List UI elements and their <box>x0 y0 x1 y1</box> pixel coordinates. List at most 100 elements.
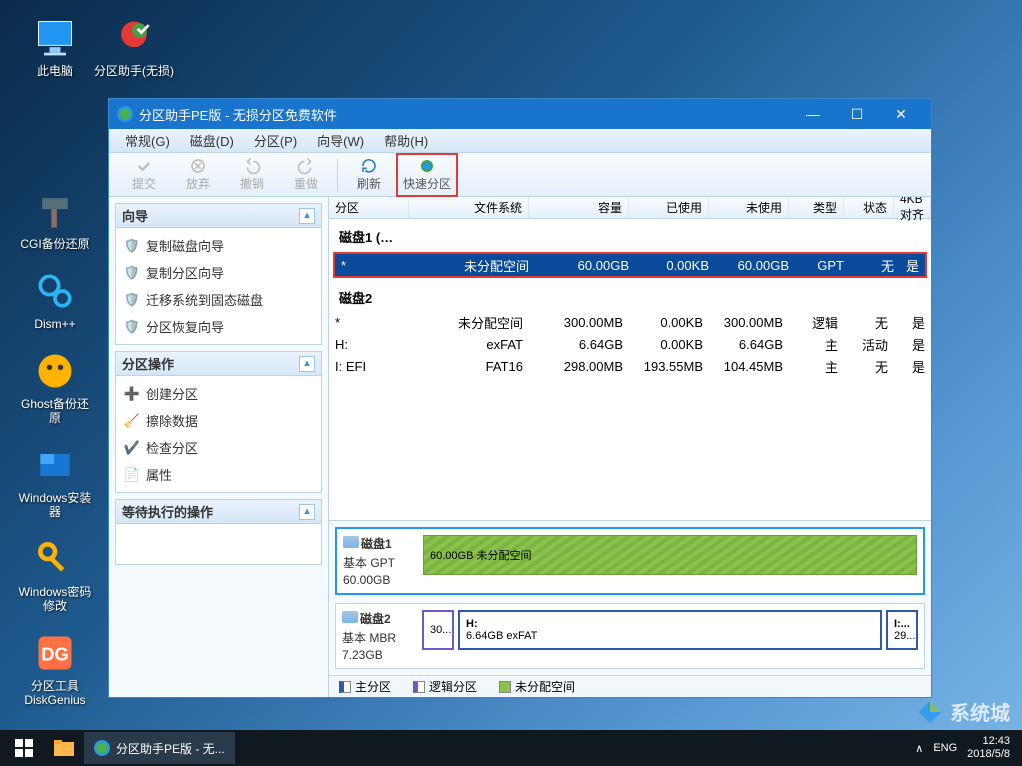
refresh-button[interactable]: 刷新 <box>342 155 396 195</box>
disk1-heading[interactable]: 磁盘1 (… <box>329 219 931 250</box>
desktop-icon-ghost[interactable]: Ghost备份还原 <box>10 343 100 429</box>
th-partition[interactable]: 分区 <box>329 197 409 218</box>
th-type[interactable]: 类型 <box>789 197 844 218</box>
close-button[interactable]: ✕ <box>879 99 923 129</box>
logical-swatch <box>413 681 425 693</box>
th-unused[interactable]: 未使用 <box>709 197 789 218</box>
tray-chevron-icon[interactable]: ∧ <box>915 742 923 755</box>
disk-icon <box>343 536 359 548</box>
wizard-panel-header[interactable]: 向导 ▴ <box>116 204 321 228</box>
collapse-button[interactable]: ▴ <box>299 504 315 520</box>
main-area: 分区 文件系统 容量 已使用 未使用 类型 状态 4KB对齐 磁盘1 (… * … <box>329 197 931 697</box>
wizard-icon: 🛡️ <box>124 292 140 308</box>
menu-partition[interactable]: 分区(P) <box>244 129 307 152</box>
th-4k-align[interactable]: 4KB对齐 <box>894 197 931 218</box>
migrate-os-wizard[interactable]: 🛡️迁移系统到固态磁盘 <box>122 286 315 313</box>
collapse-button[interactable]: ▴ <box>299 208 315 224</box>
disk-segment-logical[interactable]: 30... <box>422 610 454 650</box>
commit-button[interactable]: 提交 <box>117 155 171 195</box>
desktop-icon-diskgenius[interactable]: DG 分区工具DiskGenius <box>10 625 100 711</box>
th-used[interactable]: 已使用 <box>629 197 709 218</box>
desktop-icon-partition-assistant[interactable]: 分区助手(无损) <box>90 10 178 82</box>
legend-bar: 主分区 逻辑分区 未分配空间 <box>329 675 931 697</box>
wizard-icon: 🛡️ <box>124 238 140 254</box>
disk-segment-unallocated[interactable]: 60.00GB 未分配空间 <box>423 535 917 575</box>
ime-indicator[interactable]: ENG <box>933 742 957 754</box>
quick-partition-button[interactable]: 快速分区 <box>400 155 454 195</box>
check-icon: ✔️ <box>124 440 140 456</box>
disk-segment-primary-i[interactable]: I:... 29... <box>886 610 918 650</box>
wipe-icon: 🧹 <box>124 413 140 429</box>
partition-recovery-wizard[interactable]: 🛡️分区恢复向导 <box>122 313 315 340</box>
redo-button[interactable]: 重做 <box>279 155 333 195</box>
legend-unallocated: 未分配空间 <box>499 678 575 695</box>
table-row[interactable]: I: EFI FAT16 298.00MB 193.55MB 104.45MB … <box>329 355 931 377</box>
check-partition[interactable]: ✔️检查分区 <box>122 434 315 461</box>
undo-button[interactable]: 撤销 <box>225 155 279 195</box>
disk-segment-primary-h[interactable]: H: 6.64GB exFAT <box>458 610 882 650</box>
icon-label: CGI备份还原 <box>20 237 89 251</box>
minimize-button[interactable]: ― <box>791 99 835 129</box>
disk-map-2[interactable]: 磁盘2 基本 MBR 7.23GB 30... H: 6.64GB exFAT <box>335 603 925 669</box>
copy-partition-wizard[interactable]: 🛡️复制分区向导 <box>122 259 315 286</box>
menu-general[interactable]: 常规(G) <box>115 129 180 152</box>
ops-panel-header[interactable]: 分区操作 ▴ <box>116 352 321 376</box>
svg-text:DG: DG <box>41 643 69 664</box>
window-title: 分区助手PE版 - 无损分区免费软件 <box>139 105 791 124</box>
collapse-button[interactable]: ▴ <box>299 356 315 372</box>
properties[interactable]: 📄属性 <box>122 461 315 488</box>
copy-disk-wizard[interactable]: 🛡️复制磁盘向导 <box>122 232 315 259</box>
hammer-icon <box>31 187 79 235</box>
menu-disk[interactable]: 磁盘(D) <box>180 129 244 152</box>
disk-bar: 60.00GB 未分配空间 <box>423 535 917 575</box>
icon-label: 此电脑 <box>37 64 73 78</box>
desktop-icon-cgi[interactable]: CGI备份还原 <box>10 183 100 255</box>
watermark-logo <box>916 698 944 726</box>
disk2-heading[interactable]: 磁盘2 <box>329 280 931 311</box>
create-partition[interactable]: ➕创建分区 <box>122 380 315 407</box>
wipe-data[interactable]: 🧹擦除数据 <box>122 407 315 434</box>
desktop-icon-dism[interactable]: Dism++ <box>10 263 100 335</box>
desktop-icons: 此电脑 CGI备份还原 Dism++ Ghost备份还原 Windows安装器 … <box>10 10 100 711</box>
icon-label: Windows安装器 <box>15 491 95 519</box>
desktop-icon-winpass[interactable]: Windows密码修改 <box>10 531 100 617</box>
partition-list[interactable]: 磁盘1 (… * 未分配空间 60.00GB 0.00KB 60.00GB GP… <box>329 219 931 520</box>
desktop-icon-wininst[interactable]: Windows安装器 <box>10 437 100 523</box>
disk-bar: 30... H: 6.64GB exFAT I:... 29... <box>422 610 918 650</box>
maximize-button[interactable]: ☐ <box>835 99 879 129</box>
disk-info: 磁盘2 基本 MBR 7.23GB <box>342 610 414 662</box>
table-row[interactable]: * 未分配空间 60.00GB 0.00KB 60.00GB GPT 无 是 <box>335 254 925 276</box>
discard-button[interactable]: 放弃 <box>171 155 225 195</box>
partition-ops-panel: 分区操作 ▴ ➕创建分区 🧹擦除数据 ✔️检查分区 📄属性 <box>115 351 322 493</box>
th-capacity[interactable]: 容量 <box>529 197 629 218</box>
taskbar-explorer[interactable] <box>44 732 84 764</box>
app-icon <box>94 740 110 756</box>
taskbar-partition-assistant[interactable]: 分区助手PE版 - 无... <box>84 732 235 764</box>
create-icon: ➕ <box>124 386 140 402</box>
wizard-icon: 🛡️ <box>124 319 140 335</box>
table-row[interactable]: * 未分配空间 300.00MB 0.00KB 300.00MB 逻辑 无 是 <box>329 311 931 333</box>
sidebar: 向导 ▴ 🛡️复制磁盘向导 🛡️复制分区向导 🛡️迁移系统到固态磁盘 🛡️分区恢… <box>109 197 329 697</box>
folder-icon <box>54 740 74 756</box>
desktop-icon-this-pc[interactable]: 此电脑 <box>10 10 100 82</box>
window-body: 向导 ▴ 🛡️复制磁盘向导 🛡️复制分区向导 🛡️迁移系统到固态磁盘 🛡️分区恢… <box>109 197 931 697</box>
table-row[interactable]: H: exFAT 6.64GB 0.00KB 6.64GB 主 活动 是 <box>329 333 931 355</box>
clock[interactable]: 12:43 2018/5/8 <box>967 735 1010 761</box>
menu-wizard[interactable]: 向导(W) <box>307 129 374 152</box>
th-status[interactable]: 状态 <box>844 197 894 218</box>
quick-partition-highlight: 快速分区 <box>396 153 458 197</box>
th-filesystem[interactable]: 文件系统 <box>409 197 529 218</box>
icon-label: 分区助手(无损) <box>94 64 174 78</box>
windows-icon <box>15 739 33 757</box>
icon-label: Windows密码修改 <box>15 585 95 613</box>
app-icon <box>117 106 133 122</box>
pending-panel-header[interactable]: 等待执行的操作 ▴ <box>116 500 321 524</box>
menu-help[interactable]: 帮助(H) <box>374 129 438 152</box>
titlebar: 分区助手PE版 - 无损分区免费软件 ― ☐ ✕ <box>109 99 931 129</box>
disk1-selection-highlight: * 未分配空间 60.00GB 0.00KB 60.00GB GPT 无 是 <box>333 252 927 278</box>
pending-ops-panel: 等待执行的操作 ▴ <box>115 499 322 565</box>
window-controls: ― ☐ ✕ <box>791 99 923 129</box>
partition-assistant-icon <box>110 14 158 62</box>
start-button[interactable] <box>4 730 44 766</box>
disk-map-1[interactable]: 磁盘1 基本 GPT 60.00GB 60.00GB 未分配空间 <box>335 527 925 595</box>
